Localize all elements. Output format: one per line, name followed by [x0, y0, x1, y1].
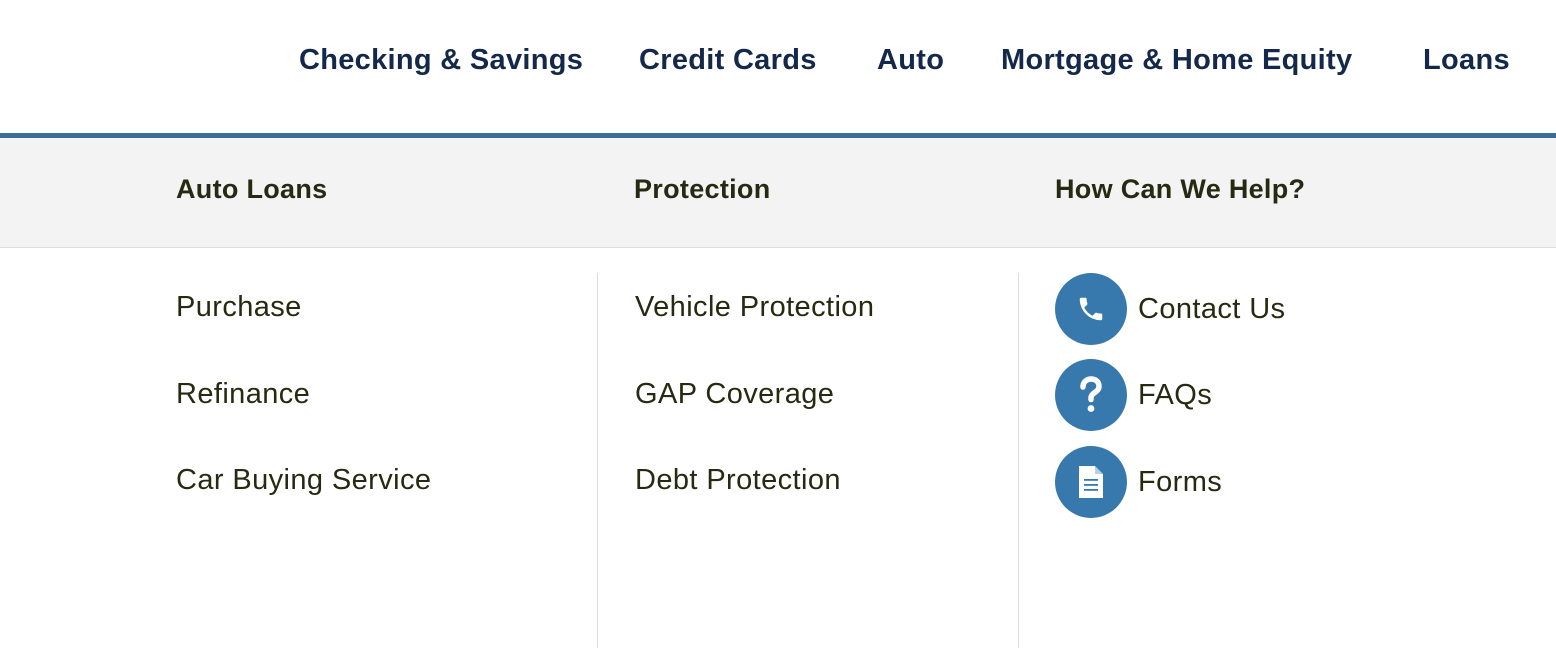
link-gap-coverage[interactable]: GAP Coverage	[635, 378, 834, 411]
document-icon	[1055, 446, 1127, 518]
nav-auto[interactable]: Auto	[877, 44, 944, 77]
top-navigation: Checking & Savings Credit Cards Auto Mor…	[0, 0, 1556, 138]
nav-mortgage-home-equity[interactable]: Mortgage & Home Equity	[1001, 44, 1352, 77]
link-purchase[interactable]: Purchase	[176, 291, 302, 324]
help-label: Contact Us	[1138, 292, 1286, 325]
column-heading-auto-loans: Auto Loans	[176, 174, 328, 204]
help-label: Forms	[1138, 465, 1223, 498]
column-divider	[1018, 273, 1019, 648]
link-vehicle-protection[interactable]: Vehicle Protection	[635, 291, 874, 324]
column-heading-how-can-we-help: How Can We Help?	[1055, 174, 1306, 204]
nav-loans[interactable]: Loans	[1423, 44, 1510, 77]
mega-menu-heading-band: Auto Loans Protection How Can We Help?	[0, 138, 1556, 248]
help-link-forms[interactable]: Forms	[1055, 446, 1222, 518]
help-link-faqs[interactable]: FAQs	[1055, 359, 1212, 431]
link-car-buying-service[interactable]: Car Buying Service	[176, 464, 431, 497]
help-link-contact-us[interactable]: Contact Us	[1055, 273, 1285, 345]
nav-credit-cards[interactable]: Credit Cards	[639, 44, 817, 77]
column-divider	[597, 273, 598, 648]
question-icon	[1055, 359, 1127, 431]
phone-icon	[1055, 273, 1127, 345]
help-label: FAQs	[1138, 378, 1213, 411]
nav-checking-savings[interactable]: Checking & Savings	[299, 44, 583, 77]
column-heading-protection: Protection	[634, 174, 771, 204]
link-debt-protection[interactable]: Debt Protection	[635, 464, 841, 497]
link-refinance[interactable]: Refinance	[176, 378, 310, 411]
